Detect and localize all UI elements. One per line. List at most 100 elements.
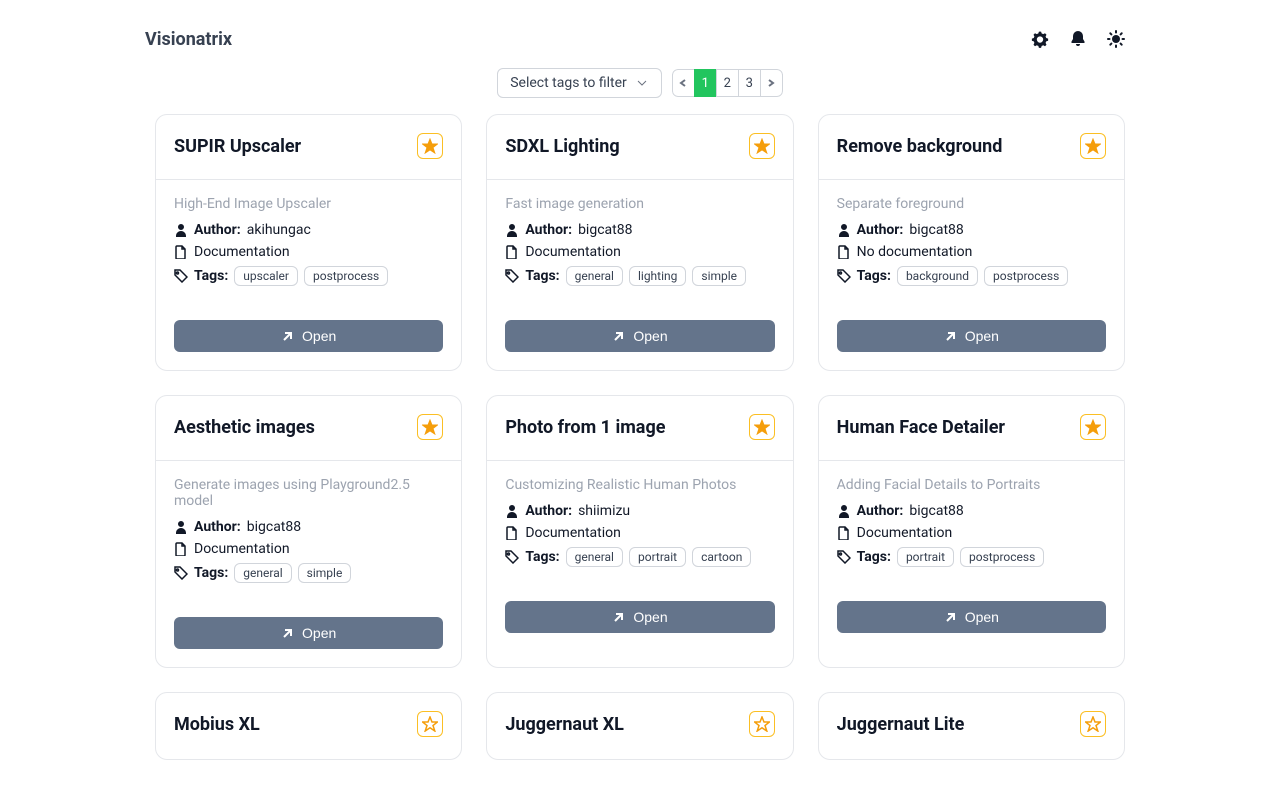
document-icon <box>505 245 519 259</box>
author-name: bigcat88 <box>909 222 963 238</box>
card-title: Human Face Detailer <box>837 417 1005 438</box>
tag-chip[interactable]: upscaler <box>234 266 298 286</box>
tags-label: Tags: <box>857 268 891 284</box>
tag-chip[interactable]: simple <box>298 563 352 583</box>
tag-chip[interactable]: general <box>566 547 623 567</box>
author-row: Author: shiimizu <box>505 503 774 519</box>
tag-chip[interactable]: cartoon <box>692 547 751 567</box>
tag-chip[interactable]: background <box>897 266 978 286</box>
tag-filter-select[interactable]: Select tags to filter <box>497 68 662 98</box>
tag-chip[interactable]: general <box>234 563 291 583</box>
gear-icon[interactable] <box>1031 30 1049 48</box>
tags-row: Tags:generalsimple <box>174 563 443 583</box>
tag-chip[interactable]: portrait <box>897 547 954 567</box>
document-icon <box>174 542 188 556</box>
card-description: Generate images using Playground2.5 mode… <box>174 477 443 509</box>
card-description: Adding Facial Details to Portraits <box>837 477 1106 493</box>
favorite-button[interactable] <box>1080 133 1106 159</box>
open-button[interactable]: Open <box>505 601 774 633</box>
user-icon <box>837 504 851 518</box>
open-button[interactable]: Open <box>837 601 1106 633</box>
card-description: High-End Image Upscaler <box>174 196 443 212</box>
brand-title: Visionatrix <box>145 29 232 50</box>
document-icon <box>837 245 851 259</box>
pager-page-1[interactable]: 1 <box>694 69 717 97</box>
favorite-button[interactable] <box>1080 711 1106 737</box>
author-row: Author: bigcat88 <box>505 222 774 238</box>
documentation-row[interactable]: Documentation <box>505 525 774 541</box>
favorite-button[interactable] <box>417 414 443 440</box>
documentation-label: Documentation <box>525 525 621 541</box>
tag-chip[interactable]: lighting <box>629 266 686 286</box>
favorite-button[interactable] <box>749 414 775 440</box>
open-label: Open <box>302 625 336 641</box>
star-icon <box>1085 419 1101 435</box>
favorite-button[interactable] <box>749 133 775 159</box>
documentation-row[interactable]: Documentation <box>837 525 1106 541</box>
card-title: SDXL Lighting <box>505 136 619 157</box>
card-title: Aesthetic images <box>174 417 315 438</box>
card-description: Fast image generation <box>505 196 774 212</box>
tags-row: Tags: background postprocess <box>837 266 1106 286</box>
author-row: Author: bigcat88 <box>837 503 1106 519</box>
documentation-label: Documentation <box>857 525 953 541</box>
author-label: Author: <box>857 503 904 519</box>
card-title: Juggernaut Lite <box>837 714 965 735</box>
bell-icon[interactable] <box>1069 30 1087 48</box>
favorite-button[interactable] <box>417 133 443 159</box>
tag-icon <box>174 566 188 580</box>
star-icon <box>1085 138 1101 154</box>
user-icon <box>837 223 851 237</box>
favorite-button[interactable] <box>749 711 775 737</box>
favorite-button[interactable] <box>1080 414 1106 440</box>
open-button[interactable]: Open <box>505 320 774 352</box>
pager-page-3[interactable]: 3 <box>738 69 761 97</box>
tag-chip[interactable]: general <box>566 266 623 286</box>
author-name: bigcat88 <box>578 222 632 238</box>
user-icon <box>505 504 519 518</box>
chevron-right-icon <box>765 77 777 89</box>
flow-card: Juggernaut XL <box>486 692 793 760</box>
flow-card: Juggernaut Lite <box>818 692 1125 760</box>
flow-card: Mobius XL <box>155 692 462 760</box>
pager-prev[interactable] <box>672 69 695 97</box>
tag-icon <box>505 269 519 283</box>
open-button[interactable]: Open <box>174 320 443 352</box>
tags-label: Tags: <box>194 268 228 284</box>
author-name: bigcat88 <box>247 519 301 535</box>
tag-filter-label: Select tags to filter <box>510 75 627 91</box>
flow-card: Photo from 1 imageCustomizing Realistic … <box>486 395 793 668</box>
theme-sun-icon[interactable] <box>1107 30 1125 48</box>
documentation-row[interactable]: Documentation <box>174 244 443 260</box>
documentation-row[interactable]: Documentation <box>505 244 774 260</box>
document-icon <box>174 245 188 259</box>
tag-icon <box>837 550 851 564</box>
tags-label: Tags: <box>857 549 891 565</box>
tag-chip[interactable]: simple <box>692 266 746 286</box>
documentation-label: No documentation <box>857 244 973 260</box>
open-button[interactable]: Open <box>174 617 443 649</box>
open-label: Open <box>633 328 667 344</box>
star-icon <box>422 138 438 154</box>
card-title: Juggernaut XL <box>505 714 624 735</box>
pagination: 123 <box>672 69 783 97</box>
tag-chip[interactable]: postprocess <box>304 266 388 286</box>
tag-icon <box>837 269 851 283</box>
tags-label: Tags: <box>525 549 559 565</box>
pager-page-2[interactable]: 2 <box>716 69 739 97</box>
author-name: bigcat88 <box>909 503 963 519</box>
documentation-label: Documentation <box>194 541 290 557</box>
open-label: Open <box>302 328 336 344</box>
author-label: Author: <box>857 222 904 238</box>
document-icon <box>505 526 519 540</box>
tag-chip[interactable]: postprocess <box>960 547 1044 567</box>
pager-next[interactable] <box>760 69 783 97</box>
favorite-button[interactable] <box>417 711 443 737</box>
tag-chip[interactable]: postprocess <box>984 266 1068 286</box>
open-button[interactable]: Open <box>837 320 1106 352</box>
flow-card: Aesthetic images Generate images using Pl… <box>155 395 462 668</box>
header-actions <box>1031 30 1125 48</box>
flow-card: SUPIR UpscalerHigh-End Image UpscalerAut… <box>155 114 462 371</box>
tag-chip[interactable]: portrait <box>629 547 686 567</box>
documentation-row[interactable]: Documentation <box>174 541 443 557</box>
